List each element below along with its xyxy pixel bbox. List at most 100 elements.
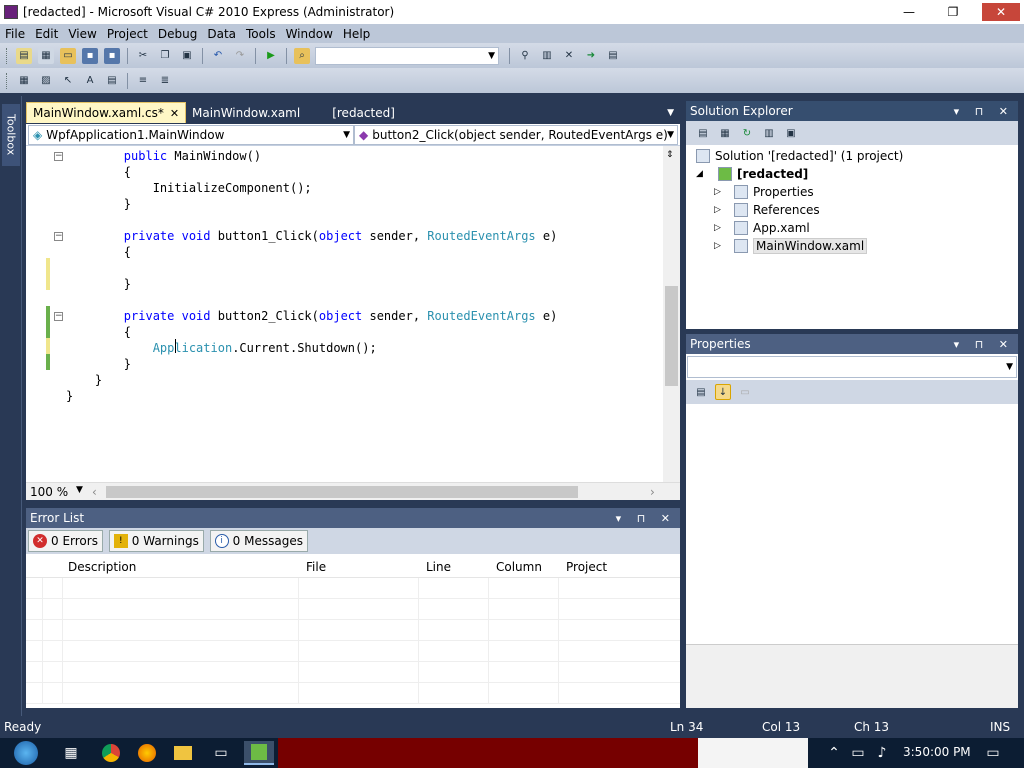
collapse-toggle[interactable]: − [54,152,63,161]
new-project-icon[interactable]: ▤ [16,47,32,64]
refresh-icon[interactable]: ↻ [739,125,755,141]
hscroll-thumb[interactable] [106,486,578,498]
categorized-icon[interactable]: ▤ [693,384,709,400]
properties-window-icon[interactable]: ▥ [539,48,555,64]
scroll-left-icon[interactable]: ‹ [92,485,97,499]
solution-explorer-icon[interactable]: ⚲ [517,48,533,64]
object-selector-combo[interactable]: ▼ [687,356,1017,378]
chrome-icon[interactable] [96,741,126,765]
show-hidden-icons-icon[interactable]: ⌃ [824,741,844,765]
tree-item-mainwindow-xaml[interactable]: ▷ MainWindow.xaml [714,237,868,255]
toolbox-icon[interactable]: ✕ [561,48,577,64]
remote-desktop-icon[interactable]: ▭ [206,741,236,765]
project-node[interactable]: ◢ [redacted] [696,165,808,183]
uncomment-lines-icon[interactable]: ≣ [157,73,173,89]
property-pages-icon[interactable]: ▭ [737,384,753,400]
expand-arrow-icon[interactable]: ▷ [714,223,734,233]
extension-manager-icon[interactable]: ▤ [605,48,621,64]
start-debugging-icon[interactable]: ▶ [263,48,279,64]
editor-vertical-scrollbar[interactable]: ⇕ [663,146,680,482]
scroll-right-icon[interactable]: › [650,485,655,499]
network-icon[interactable]: ▭ [848,741,868,765]
properties-icon[interactable]: ▤ [695,125,711,141]
toolbox-tab[interactable]: Toolbox [2,104,20,166]
scroll-thumb[interactable] [665,286,678,386]
object-browser-icon[interactable]: ▦ [16,73,32,89]
redo-icon[interactable]: ↷ [232,48,248,64]
paste-icon[interactable]: ▣ [179,48,195,64]
code-editor[interactable]: − − − public MainWindow() { InitializeCo… [26,146,680,482]
show-all-files-icon[interactable]: ▦ [717,125,733,141]
tab-mainwindow-xaml[interactable]: MainWindow.xaml [186,102,306,123]
start-button-icon[interactable] [6,741,46,765]
solution-node[interactable]: Solution '[redacted]' (1 project) [696,147,903,165]
notifications-icon[interactable]: ▭ [978,741,1008,765]
expand-arrow-icon[interactable]: ▷ [714,241,734,251]
tab-mainwindow-xaml-cs[interactable]: MainWindow.xaml.cs* ✕ [26,102,187,123]
volume-icon[interactable]: ♪ [872,741,892,765]
close-button[interactable]: ✕ [982,3,1020,21]
column-line[interactable]: Line [426,560,451,574]
menu-data[interactable]: Data [202,27,241,41]
menu-tools[interactable]: Tools [241,27,281,41]
tab-redacted[interactable]: [redacted] [326,102,401,123]
member-list-icon[interactable]: ▨ [38,73,54,89]
expand-arrow-icon[interactable]: ◢ [696,169,718,179]
add-item-icon[interactable]: ▦ [38,47,54,64]
complete-word-icon[interactable]: ▤ [104,73,120,89]
minimize-button[interactable]: — [896,3,922,21]
panel-controls-icon[interactable]: ▾ ⊓ ✕ [954,105,1014,118]
close-tab-icon[interactable]: ✕ [170,107,179,120]
open-file-icon[interactable]: ▭ [60,47,76,64]
panel-controls-icon[interactable]: ▾ ⊓ ✕ [954,338,1014,351]
firefox-icon[interactable] [132,741,162,765]
view-designer-icon[interactable]: ▣ [783,125,799,141]
expand-arrow-icon[interactable]: ▷ [714,187,734,197]
quick-info-icon[interactable]: A [82,73,98,89]
menu-view[interactable]: View [63,27,101,41]
undo-icon[interactable]: ↶ [210,48,226,64]
expand-arrow-icon[interactable]: ▷ [714,205,734,215]
column-column[interactable]: Column [496,560,542,574]
copy-icon[interactable]: ❐ [157,48,173,64]
file-explorer-icon[interactable] [168,741,198,765]
errors-toggle-button[interactable]: ✕ 0 Errors [28,530,103,552]
active-files-dropdown-icon[interactable]: ▼ [661,102,680,123]
menu-file[interactable]: File [0,27,30,41]
panel-controls-icon[interactable]: ▾ ⊓ ✕ [616,512,676,525]
menu-edit[interactable]: Edit [30,27,63,41]
toolbar-grip[interactable] [6,47,10,64]
column-file[interactable]: File [306,560,326,574]
type-combo[interactable]: ◈ WpfApplication1.MainWindow ▼ [28,125,354,145]
restore-button[interactable]: ❐ [940,3,966,21]
split-icon[interactable]: ⇕ [666,150,674,160]
member-combo[interactable]: ◆ button2_Click(object sender, RoutedEve… [354,125,678,145]
menu-debug[interactable]: Debug [153,27,202,41]
find-in-files-icon[interactable]: ⌕ [294,47,310,64]
view-code-icon[interactable]: ▥ [761,125,777,141]
comment-lines-icon[interactable]: ≡ [135,73,151,89]
start-page-icon[interactable]: ➜ [583,48,599,64]
column-description[interactable]: Description [68,560,136,574]
zoom-level[interactable]: 100 % [30,485,68,499]
tree-item-references[interactable]: ▷ References [714,201,820,219]
tree-item-app-xaml[interactable]: ▷ App.xaml [714,219,810,237]
menu-window[interactable]: Window [281,27,338,41]
find-combo[interactable]: ▼ [315,47,499,65]
messages-toggle-button[interactable]: i0 Messages [209,530,308,552]
clock[interactable]: 3:50:00 PM [903,745,971,759]
save-all-icon[interactable]: ▪ [104,47,120,64]
collapse-toggle[interactable]: − [54,232,63,241]
warnings-toggle-button[interactable]: ! 0 Warnings [108,530,204,552]
cut-icon[interactable]: ✂ [135,48,151,64]
alphabetical-icon[interactable]: ↓ [715,384,731,400]
menu-project[interactable]: Project [102,27,153,41]
save-icon[interactable]: ▪ [82,47,98,64]
visual-csharp-taskbar-icon[interactable] [244,741,274,765]
column-project[interactable]: Project [566,560,607,574]
task-view-icon[interactable]: ▦ [56,741,86,765]
tree-item-properties[interactable]: ▷ Properties [714,183,814,201]
menu-help[interactable]: Help [338,27,375,41]
zoom-dropdown-icon[interactable]: ▼ [76,485,83,495]
parameter-info-icon[interactable]: ↖ [60,73,76,89]
